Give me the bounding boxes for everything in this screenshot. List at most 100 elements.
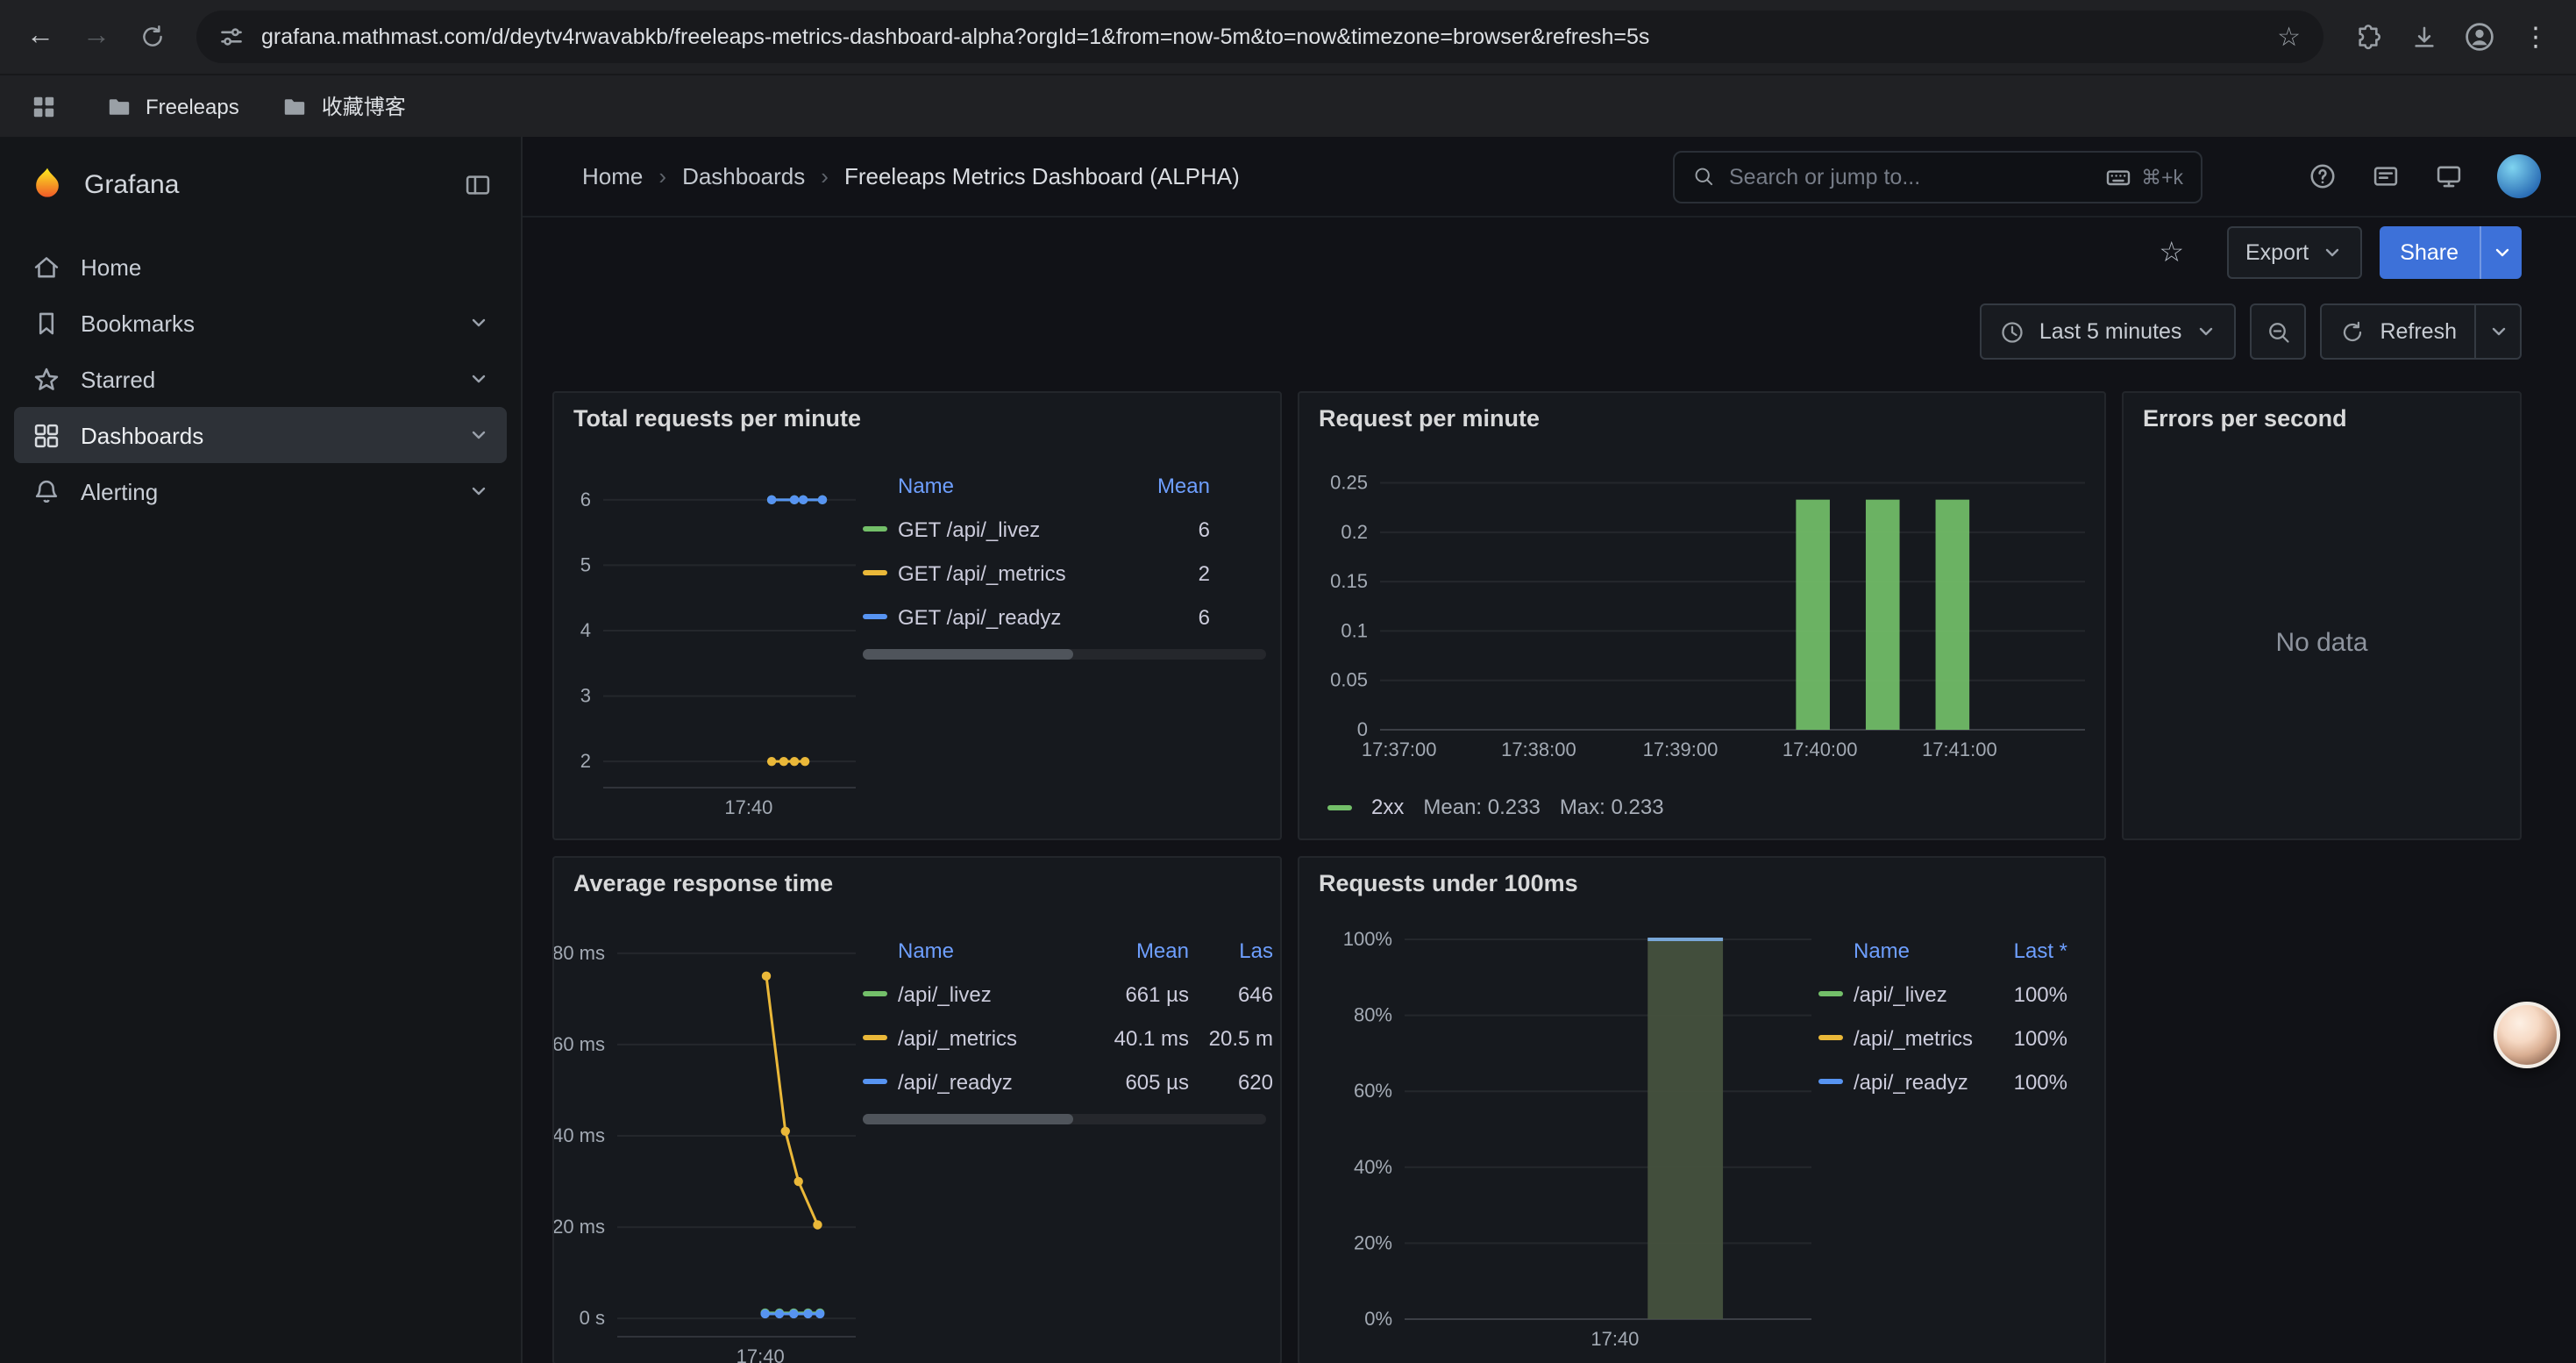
clock-icon	[1999, 318, 2025, 345]
sidebar-item-dashboards[interactable]: Dashboards	[14, 407, 507, 463]
menu-button[interactable]: ⋮	[2509, 11, 2562, 63]
grafana-logo	[28, 165, 67, 203]
back-icon: ←	[26, 21, 54, 53]
series-swatch	[863, 1035, 887, 1040]
sidebar-item-label: Dashboards	[81, 422, 203, 448]
grafana-header: Home › Dashboards › Freeleaps Metrics Da…	[523, 137, 2576, 218]
legend-col-mean[interactable]: Mean	[1112, 473, 1210, 497]
legend-series-name[interactable]: /api/_livez	[1854, 981, 1983, 1006]
breadcrumb-item-home[interactable]: Home	[582, 163, 643, 189]
legend-table: Name Mean GET /api/_livez 6 GET /api/_me…	[863, 463, 1210, 639]
refresh-icon	[2339, 318, 2366, 345]
legend-row: /api/_readyz 100%	[1818, 1060, 2067, 1103]
series-swatch	[863, 991, 887, 996]
legend-scrollbar[interactable]	[863, 1114, 1266, 1124]
legend-col-last[interactable]: Las	[1199, 938, 1273, 962]
legend-scrollbar[interactable]	[863, 649, 1266, 660]
svg-text:17:40: 17:40	[1590, 1328, 1639, 1350]
search-input[interactable]: Search or jump to... ⌘+k	[1673, 150, 2202, 203]
panel-total-requests: Total requests per minute 6543217:40 Nam…	[552, 391, 1282, 840]
sidebar-header: Grafana	[0, 137, 521, 218]
legend-series-name[interactable]: /api/_readyz	[898, 1069, 1080, 1094]
legend-series-name[interactable]: /api/_livez	[898, 981, 1080, 1006]
breadcrumb-item-dashboards[interactable]: Dashboards	[682, 163, 805, 189]
time-range-label: Last 5 minutes	[2039, 319, 2182, 344]
scrollbar-thumb[interactable]	[863, 1114, 1072, 1124]
legend-series-name[interactable]: GET /api/_livez	[898, 517, 1101, 541]
panel-request-per-minute: Request per minute 0.250.20.150.10.05017…	[1298, 391, 2106, 840]
reload-button[interactable]	[126, 11, 179, 63]
forward-button[interactable]: →	[70, 11, 123, 63]
legend-last-value: 20.5 m	[1199, 1025, 1273, 1050]
chevron-down-icon[interactable]	[468, 368, 489, 389]
dashboard-toolbar: ☆ Export Share	[523, 218, 2576, 288]
legend-series-name[interactable]: GET /api/_readyz	[898, 604, 1101, 629]
export-button[interactable]: Export	[2226, 226, 2361, 279]
time-range-button[interactable]: Last 5 minutes	[1980, 303, 2237, 360]
chevron-down-icon	[2487, 321, 2508, 342]
no-data-text: No data	[2124, 446, 2520, 838]
sidebar-item-label: Bookmarks	[81, 310, 195, 336]
legend-col-name[interactable]: Name	[1854, 938, 1983, 962]
chevron-down-icon[interactable]	[468, 425, 489, 446]
legend-series-name[interactable]: /api/_metrics	[898, 1025, 1080, 1050]
chevron-down-icon[interactable]	[468, 312, 489, 333]
svg-text:0 s: 0 s	[580, 1307, 605, 1329]
svg-text:0.15: 0.15	[1330, 570, 1368, 592]
address-bar[interactable]: grafana.mathmast.com/d/deytv4rwavabkb/fr…	[196, 11, 2323, 63]
news-icon[interactable]	[2371, 161, 2401, 191]
bookmark-item-freeleaps[interactable]: Freeleaps	[105, 92, 239, 120]
bookmark-star-icon[interactable]: ☆	[2277, 24, 2301, 50]
refresh-interval-button[interactable]	[2474, 305, 2520, 358]
legend-col-last[interactable]: Last *	[1994, 938, 2067, 962]
panel-requests-under-100ms: Requests under 100ms 100%80%60%40%20%0%1…	[1298, 856, 2106, 1363]
dock-sidebar-icon[interactable]	[463, 169, 493, 199]
display-icon[interactable]	[2434, 161, 2464, 191]
chevron-down-icon[interactable]	[468, 481, 489, 502]
series-swatch	[1818, 991, 1843, 996]
site-info-icon[interactable]	[219, 25, 244, 49]
legend-col-mean[interactable]: Mean	[1091, 938, 1189, 962]
panel-title[interactable]: Request per minute	[1319, 405, 1540, 432]
sidebar-item-alerting[interactable]: Alerting	[14, 463, 507, 519]
panel-title[interactable]: Average response time	[573, 870, 833, 896]
legend-col-name[interactable]: Name	[898, 473, 1101, 497]
sidebar-item-home[interactable]: Home	[14, 239, 507, 295]
svg-text:100%: 100%	[1343, 928, 1392, 950]
favorite-star-icon[interactable]: ☆	[2159, 235, 2184, 270]
panel-title[interactable]: Requests under 100ms	[1319, 870, 1578, 896]
apps-grid-button[interactable]	[25, 80, 63, 132]
legend-series-name[interactable]: /api/_metrics	[1854, 1025, 1983, 1050]
back-button[interactable]: ←	[14, 11, 67, 63]
legend-series-name[interactable]: 2xx	[1371, 795, 1404, 819]
legend-mean-value: 6	[1112, 517, 1210, 541]
legend-col-name[interactable]: Name	[898, 938, 1080, 962]
downloads-button[interactable]	[2397, 11, 2450, 63]
user-avatar[interactable]	[2497, 154, 2541, 198]
extensions-button[interactable]	[2341, 11, 2394, 63]
legend-row: GET /api/_metrics 2	[863, 551, 1210, 595]
floating-avatar[interactable]	[2494, 1002, 2560, 1068]
browser-toolbar: ← → grafana.mathmast.com/d/deytv4rwavabk…	[0, 0, 2576, 74]
legend-row: /api/_livez 661 µs 646	[863, 972, 1273, 1016]
sidebar-item-bookmarks[interactable]: Bookmarks	[14, 295, 507, 351]
share-caret-button[interactable]	[2480, 226, 2522, 279]
panel-title[interactable]: Total requests per minute	[573, 405, 861, 432]
legend-series-name[interactable]: /api/_readyz	[1854, 1069, 1983, 1094]
profile-button[interactable]	[2453, 11, 2506, 63]
legend-series-name[interactable]: GET /api/_metrics	[898, 560, 1101, 585]
svg-text:17:40: 17:40	[737, 1345, 785, 1363]
panel-title[interactable]: Errors per second	[2143, 405, 2347, 432]
share-button[interactable]: Share	[2379, 226, 2480, 279]
legend-max-stat: Max: 0.233	[1560, 795, 1664, 819]
scrollbar-thumb[interactable]	[863, 649, 1072, 660]
refresh-button[interactable]: Refresh	[2322, 305, 2474, 358]
series-swatch	[863, 570, 887, 575]
help-icon[interactable]	[2308, 161, 2338, 191]
url-text[interactable]: grafana.mathmast.com/d/deytv4rwavabkb/fr…	[261, 25, 2259, 49]
bookmark-item-blogs[interactable]: 收藏博客	[281, 91, 406, 121]
brand-name: Grafana	[84, 169, 179, 199]
sidebar-item-starred[interactable]: Starred	[14, 351, 507, 407]
zoom-out-button[interactable]	[2250, 303, 2306, 360]
svg-text:2: 2	[580, 750, 591, 772]
